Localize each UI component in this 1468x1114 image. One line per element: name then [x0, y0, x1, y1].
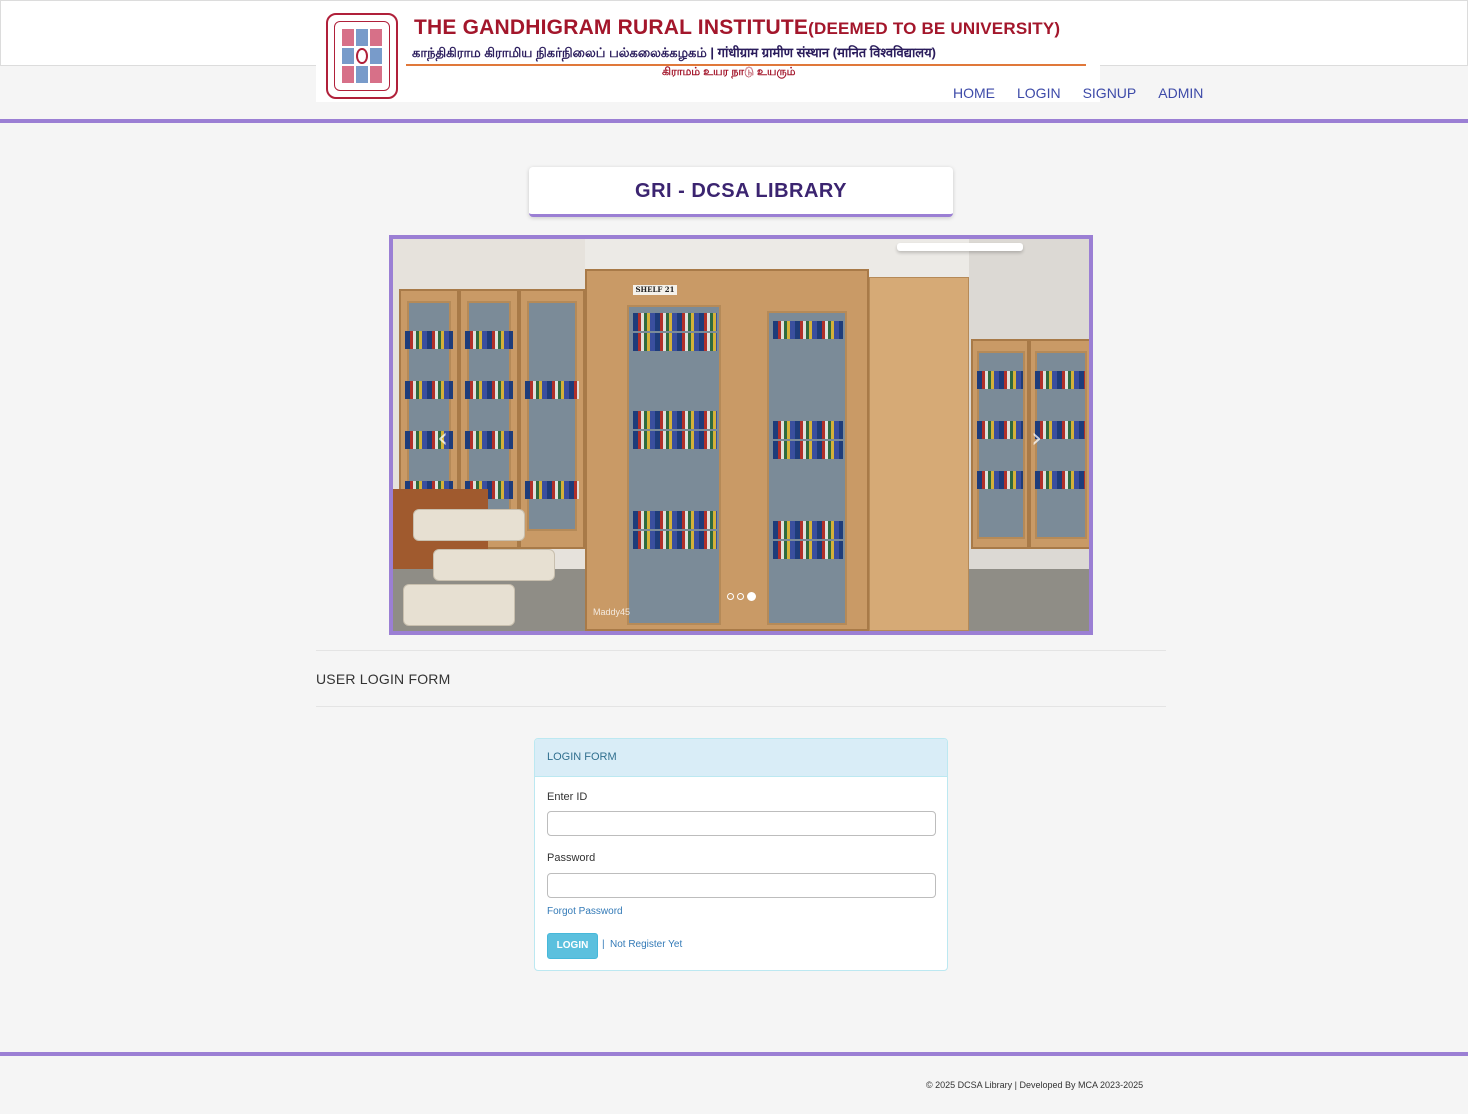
header-divider — [0, 119, 1468, 123]
nav-admin[interactable]: ADMIN — [1147, 84, 1214, 102]
banner-motto: கிராமம் உயர நாடு உயரும் — [662, 66, 796, 78]
carousel-slide-image: SHELF 21 — [393, 239, 1089, 631]
login-button[interactable]: LOGIN — [547, 933, 598, 959]
carousel-prev-arrow-icon[interactable]: ‹ — [437, 421, 448, 454]
password-input[interactable] — [547, 873, 936, 898]
carousel-indicators — [727, 592, 756, 601]
banner-title: THE GANDHIGRAM RURAL INSTITUTE(DEEMED TO… — [414, 16, 1061, 39]
main-nav: HOME LOGIN SIGNUP ADMIN — [942, 84, 1214, 102]
nav-signup[interactable]: SIGNUP — [1072, 84, 1148, 102]
register-link[interactable]: Not Register Yet — [610, 939, 682, 950]
forgot-password-link[interactable]: Forgot Password — [547, 906, 623, 917]
password-label: Password — [547, 852, 596, 864]
image-carousel[interactable]: SHELF 21 ‹ › Maddy45 — [389, 235, 1093, 635]
footer — [0, 1056, 1468, 1114]
nav-home[interactable]: HOME — [942, 84, 1006, 102]
photo-watermark: Maddy45 — [593, 607, 631, 617]
banner-subtitle: காந்திகிராம கிராமிய நிகர்நிலைப் பல்கலைக்… — [412, 45, 936, 60]
section-divider-top — [316, 650, 1166, 651]
carousel-indicator[interactable] — [727, 593, 734, 600]
carousel-indicator[interactable] — [737, 593, 744, 600]
id-input[interactable] — [547, 811, 936, 836]
login-form-panel: LOGIN FORM Enter ID Password Forgot Pass… — [534, 738, 948, 971]
login-form-heading: LOGIN FORM — [535, 739, 947, 777]
ceiling-lamp — [897, 243, 1023, 251]
footer-copyright: © 2025 DCSA Library | Developed By MCA 2… — [926, 1080, 1144, 1090]
institute-seal-icon — [326, 13, 398, 99]
carousel-indicator-active[interactable] — [747, 592, 756, 601]
link-separator: | — [602, 939, 605, 950]
id-label: Enter ID — [547, 791, 588, 803]
nav-login[interactable]: LOGIN — [1006, 84, 1072, 102]
carousel-next-arrow-icon[interactable]: › — [1031, 421, 1042, 454]
shelf-tag: SHELF 21 — [633, 285, 677, 295]
section-divider-bottom — [316, 706, 1166, 707]
library-title: GRI - DCSA LIBRARY — [529, 167, 953, 217]
section-title: USER LOGIN FORM — [316, 671, 451, 687]
